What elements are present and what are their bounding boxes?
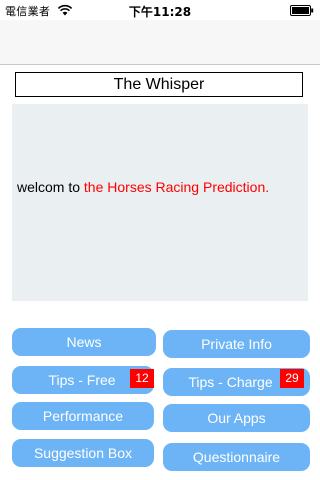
navigation-bar [0,20,320,65]
private-info-button[interactable]: Private Info [163,330,310,358]
tips-charge-badge: 29 [280,369,304,388]
page-title: The Whisper [15,72,303,97]
suggestion-box-button[interactable]: Suggestion Box [12,439,154,467]
performance-button[interactable]: Performance [12,402,154,430]
tips-charge-label: Tips - Charge [188,374,273,390]
status-bar: 電信業者 下午11:28 [0,0,320,20]
questionnaire-button[interactable]: Questionnaire [163,443,310,471]
welcome-prefix: welcom to [17,179,84,195]
tips-free-label: Tips - Free [48,372,116,388]
battery-icon [290,5,314,16]
our-apps-button[interactable]: Our Apps [163,404,310,432]
message-panel: welcom to the Horses Racing Prediction. [12,104,308,301]
tips-free-badge: 12 [130,369,154,388]
welcome-highlight: the Horses Racing Prediction. [83,179,270,195]
clock: 下午11:28 [128,5,192,19]
welcome-message: welcom to the Horses Racing Prediction. [17,178,297,197]
news-button[interactable]: News [12,328,156,356]
